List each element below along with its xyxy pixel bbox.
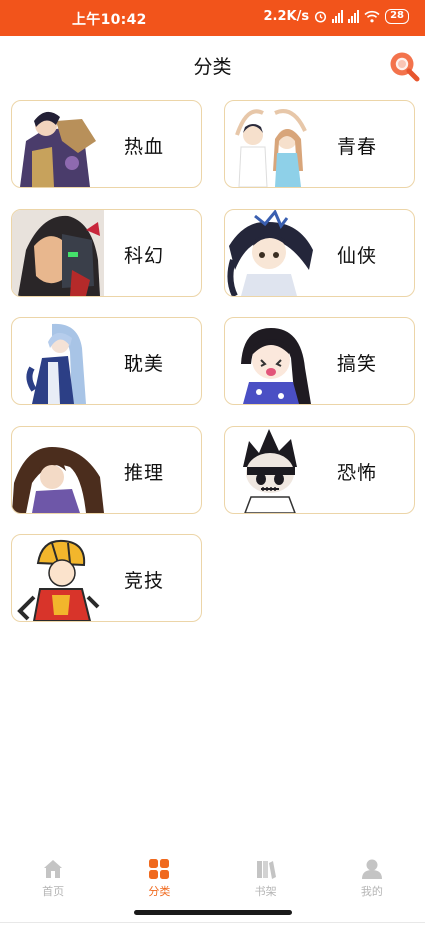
category-label: 青春 (337, 136, 378, 158)
tab-profile-label: 我的 (360, 885, 383, 898)
category-card-sci-fi[interactable]: 科幻 (11, 209, 202, 297)
category-label: 仙侠 (337, 245, 378, 267)
profile-icon (361, 859, 382, 879)
tab-home[interactable]: 首页 (0, 852, 106, 908)
category-card-mystery[interactable]: 推理 (11, 426, 202, 514)
category-label: 耽美 (124, 353, 165, 375)
category-card-danmei[interactable]: 耽美 (11, 317, 202, 405)
category-card-hot-blooded[interactable]: 热血 (11, 100, 202, 188)
sports-art (17, 539, 100, 621)
category-card-comedy[interactable]: 搞笑 (224, 317, 415, 405)
wifi-icon (364, 10, 380, 23)
signal-icon-1 (332, 10, 344, 23)
tab-category[interactable]: 分类 (106, 852, 212, 908)
tab-bookshelf-label: 书架 (254, 885, 277, 898)
status-indicators: 2.2K/s 28 (263, 9, 409, 24)
status-bar: 上午10:42 2.2K/s 28 (0, 0, 425, 36)
category-card-horror[interactable]: 恐怖 (224, 426, 415, 514)
bottom-tab-bar: 首页 分类 书架 我的 (0, 852, 425, 908)
tab-home-label: 首页 (42, 885, 65, 898)
category-label: 竞技 (124, 570, 165, 592)
horror-art (243, 429, 297, 513)
category-card-sports[interactable]: 竞技 (11, 534, 202, 622)
tab-category-label: 分类 (148, 885, 171, 898)
battery-indicator: 28 (385, 9, 409, 24)
category-label: 恐怖 (337, 462, 378, 484)
category-card-xianxia[interactable]: 仙侠 (224, 209, 415, 297)
comedy-art (241, 328, 311, 404)
category-label: 科幻 (124, 245, 165, 267)
bookshelf-icon (256, 861, 276, 879)
xianxia-art (227, 210, 313, 296)
bottom-divider (0, 922, 425, 923)
tab-profile[interactable]: 我的 (319, 852, 425, 908)
category-label: 热血 (124, 136, 165, 158)
grid-icon (149, 859, 170, 879)
category-label: 推理 (124, 462, 165, 484)
alarm-icon (315, 11, 327, 23)
status-time: 上午10:42 (72, 12, 147, 28)
mystery-art (12, 447, 104, 513)
youth-art (235, 109, 307, 187)
sci-fi-art (12, 210, 104, 296)
page-title: 分类 (193, 56, 232, 78)
home-icon (44, 860, 63, 878)
tab-bookshelf[interactable]: 书架 (213, 852, 319, 908)
page-header: 分类 (0, 36, 425, 94)
search-icon[interactable] (388, 50, 420, 82)
danmei-art (26, 323, 86, 404)
hot-blooded-art (20, 111, 96, 187)
home-indicator[interactable] (134, 910, 292, 915)
signal-icon-2 (348, 10, 360, 23)
category-label: 搞笑 (337, 353, 378, 375)
category-card-youth[interactable]: 青春 (224, 100, 415, 188)
network-speed: 2.2K/s (263, 9, 310, 24)
